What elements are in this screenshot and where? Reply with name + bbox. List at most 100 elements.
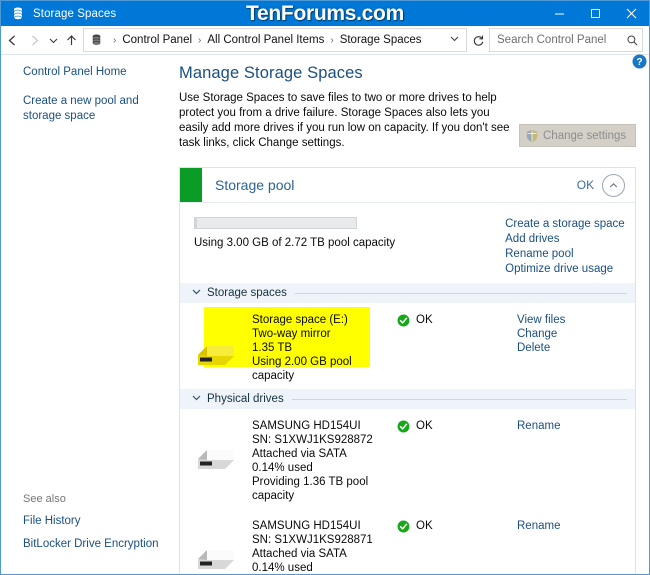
physical-drive-icon (180, 419, 252, 471)
physical-drive-providing: Providing 1.36 TB pool capacity (252, 476, 369, 502)
action-change[interactable]: Change (517, 327, 635, 341)
search-input[interactable]: Search Control Panel (490, 34, 622, 46)
physical-drive-info: SAMSUNG HD154UI SN: S1XWJ1KS928871 Attac… (252, 519, 397, 574)
storage-space-name: Storage space (E:) (252, 314, 348, 326)
pool-link-rename-pool[interactable]: Rename pool (505, 247, 625, 261)
physical-drive-used: 0.14% used (252, 562, 313, 574)
minimize-button[interactable] (541, 1, 577, 26)
sidebar-item-control-panel-home[interactable]: Control Panel Home (1, 65, 171, 80)
shield-icon (525, 129, 539, 143)
intro-row: Use Storage Spaces to save files to two … (179, 91, 637, 151)
section-label-physical-drives: Physical drives (207, 393, 284, 405)
chevron-down-icon[interactable] (191, 392, 207, 406)
intro-text: Use Storage Spaces to save files to two … (179, 92, 510, 149)
change-settings-wrap: Change settings (519, 91, 637, 147)
physical-drive-status-text: OK (416, 520, 433, 532)
sidebar: Control Panel Home Create a new pool and… (1, 55, 171, 574)
section-label-storage-spaces: Storage spaces (207, 287, 287, 299)
up-arrow-icon[interactable] (61, 28, 81, 52)
storage-pool-body: Using 3.00 GB of 2.72 TB pool capacity C… (180, 203, 635, 283)
physical-drive-row[interactable]: SAMSUNG HD154UI SN: S1XWJ1KS928871 Attac… (180, 509, 635, 574)
pool-capacity-text: Using 3.00 GB of 2.72 TB pool capacity (194, 237, 396, 249)
section-divider (291, 398, 628, 400)
pool-link-add-drives[interactable]: Add drives (505, 232, 625, 246)
storage-pool-panel: Storage pool OK Using 3.00 GB of 2.72 TB… (179, 167, 637, 574)
pool-accent-swatch (180, 168, 202, 202)
section-divider (294, 292, 628, 294)
physical-drive-actions: Rename (517, 419, 635, 433)
breadcrumb-item-all-control-panel-items[interactable]: All Control Panel Items (206, 34, 325, 46)
sidebar-item-file-history[interactable]: File History (23, 515, 171, 527)
physical-drive-status: OK (397, 519, 517, 533)
storage-pool-title: Storage pool (215, 177, 295, 193)
chevron-down-icon[interactable] (445, 33, 466, 47)
search-box[interactable]: Search Control Panel (489, 28, 643, 52)
storage-pool-status: OK (576, 178, 595, 192)
main-panel: ? Manage Storage Spaces Use Storage Spac… (171, 54, 649, 574)
pool-capacity-block: Using 3.00 GB of 2.72 TB pool capacity (180, 217, 505, 277)
action-delete[interactable]: Delete (517, 341, 635, 355)
storage-space-info: Storage space (E:) Two-way mirror 1.35 T… (252, 313, 397, 383)
action-rename[interactable]: Rename (517, 419, 635, 433)
storage-pool-icon-small (89, 33, 104, 48)
close-button[interactable] (613, 1, 649, 26)
svg-text:?: ? (637, 57, 643, 68)
breadcrumb-item-control-panel[interactable]: Control Panel (121, 34, 193, 46)
section-header-physical-drives[interactable]: Physical drives (180, 389, 636, 409)
storage-space-actions: View files Change Delete (517, 313, 635, 355)
chevron-up-icon[interactable] (602, 173, 626, 197)
pool-link-create-a-storage-space[interactable]: Create a storage space (505, 217, 625, 231)
breadcrumb-separator: › (330, 34, 334, 46)
pool-capacity-progress-fill (195, 218, 197, 228)
window-controls (541, 1, 649, 26)
physical-drive-actions: Rename (517, 519, 635, 533)
physical-drive-attached: Attached via SATA (252, 548, 347, 560)
help-icon[interactable]: ? (632, 54, 647, 69)
physical-drive-used: 0.14% used (252, 462, 313, 474)
storage-space-size: 1.35 TB (252, 342, 293, 354)
check-circle-icon (397, 520, 410, 533)
recent-locations-chevron-icon[interactable] (45, 28, 61, 52)
storage-space-row[interactable]: Storage space (E:) Two-way mirror 1.35 T… (180, 303, 635, 389)
change-settings-button[interactable]: Change settings (519, 124, 637, 147)
pool-task-links: Create a storage space Add drives Rename… (505, 217, 635, 277)
storage-space-status-text: OK (416, 314, 433, 326)
breadcrumb-bar[interactable]: › Control Panel › All Control Panel Item… (83, 28, 467, 52)
search-icon[interactable] (622, 34, 642, 47)
pool-link-optimize-drive-usage[interactable]: Optimize drive usage (505, 262, 625, 276)
storage-pool-icon (10, 6, 26, 22)
storage-space-usage: Using 2.00 GB pool capacity (252, 356, 352, 382)
chevron-down-icon[interactable] (191, 286, 207, 300)
action-rename[interactable]: Rename (517, 519, 635, 533)
section-header-storage-spaces[interactable]: Storage spaces (180, 283, 636, 303)
storage-spaces-window: Storage Spaces TenForums.com › Control P… (0, 0, 650, 575)
physical-drive-icon (180, 519, 252, 571)
physical-drive-status-text: OK (416, 420, 433, 432)
pool-capacity-progressbar (194, 217, 357, 229)
physical-drive-serial: SN: S1XWJ1KS928872 (252, 434, 373, 446)
action-view-files[interactable]: View files (517, 313, 635, 327)
breadcrumb-separator: › (113, 34, 117, 46)
content-area: Control Panel Home Create a new pool and… (1, 54, 649, 574)
window-title: Storage Spaces (33, 7, 117, 20)
physical-drive-status: OK (397, 419, 517, 433)
refresh-icon[interactable] (467, 28, 489, 52)
physical-drive-model: SAMSUNG HD154UI (252, 420, 361, 432)
back-arrow-icon[interactable] (1, 28, 23, 52)
forward-arrow-icon (23, 28, 45, 52)
page-title: Manage Storage Spaces (179, 64, 363, 82)
physical-drive-serial: SN: S1XWJ1KS928871 (252, 534, 373, 546)
physical-drive-info: SAMSUNG HD154UI SN: S1XWJ1KS928872 Attac… (252, 419, 397, 503)
address-bar: › Control Panel › All Control Panel Item… (1, 26, 649, 55)
storage-space-status: OK (397, 313, 517, 327)
physical-drive-row[interactable]: SAMSUNG HD154UI SN: S1XWJ1KS928872 Attac… (180, 409, 635, 509)
storage-pool-header: Storage pool OK (180, 168, 636, 203)
physical-drive-model: SAMSUNG HD154UI (252, 520, 361, 532)
storage-space-drive-icon (180, 313, 252, 367)
check-circle-icon (397, 420, 410, 433)
breadcrumb-item-storage-spaces[interactable]: Storage Spaces (339, 34, 423, 46)
sidebar-item-bitlocker-drive-encryption[interactable]: BitLocker Drive Encryption (23, 538, 171, 550)
sidebar-item-create-new-pool[interactable]: Create a new pool and storage space (1, 94, 171, 124)
maximize-button[interactable] (577, 1, 613, 26)
see-also-label: See also (23, 493, 66, 505)
